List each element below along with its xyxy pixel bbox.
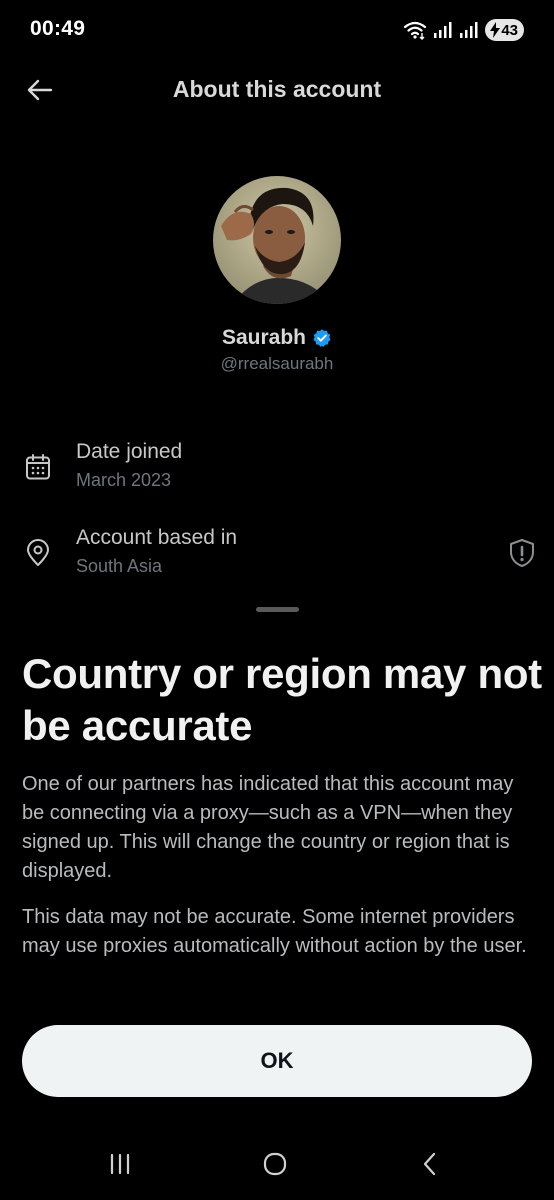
status-time: 00:49: [30, 17, 86, 40]
status-bar: 00:49 43: [0, 0, 554, 60]
page-title: About this account: [172, 76, 382, 102]
home-button[interactable]: [255, 1144, 295, 1184]
account-based-in-label: Account based in: [76, 526, 238, 549]
account-based-in-value: South Asia: [76, 556, 163, 576]
ok-button[interactable]: OK: [22, 1025, 532, 1097]
sheet-title: Country or region may not be accurate: [22, 650, 542, 749]
shield-warning-icon[interactable]: [508, 538, 536, 568]
date-joined-label: Date joined: [76, 440, 183, 463]
wifi-icon: [404, 21, 427, 40]
recent-apps-icon: [110, 1153, 130, 1175]
battery-level: 43: [501, 21, 518, 39]
sheet-paragraph-1: One of our partners has indicated that t…: [22, 773, 514, 882]
display-name: Saurabh: [221, 326, 307, 349]
header: About this account: [0, 62, 554, 118]
date-joined-row: Date joined March 2023: [0, 440, 554, 500]
back-nav-button[interactable]: [410, 1144, 450, 1184]
system-nav-bar: [0, 1130, 554, 1200]
user-handle: @rrealsaurabh: [220, 354, 334, 373]
charging-bolt-icon: [490, 22, 501, 38]
home-icon: [263, 1152, 287, 1176]
recent-apps-button[interactable]: [100, 1144, 140, 1184]
calendar-icon: [26, 454, 50, 480]
back-chevron-icon: [423, 1152, 436, 1176]
verified-badge-icon: [313, 329, 331, 347]
battery-indicator: 43: [485, 19, 524, 41]
account-based-in-row: Account based in South Asia: [0, 526, 554, 586]
sheet-drag-handle[interactable]: [256, 607, 299, 612]
status-icons: 43: [403, 18, 524, 42]
location-pin-icon: [27, 539, 49, 566]
signal-icon-2: [460, 22, 478, 38]
avatar[interactable]: [213, 176, 341, 304]
sheet-paragraph-2: This data may not be accurate. Some inte…: [22, 906, 527, 957]
date-joined-value: March 2023: [76, 470, 172, 490]
signal-icon: [434, 22, 452, 38]
display-name-row: Saurabh: [0, 326, 554, 350]
